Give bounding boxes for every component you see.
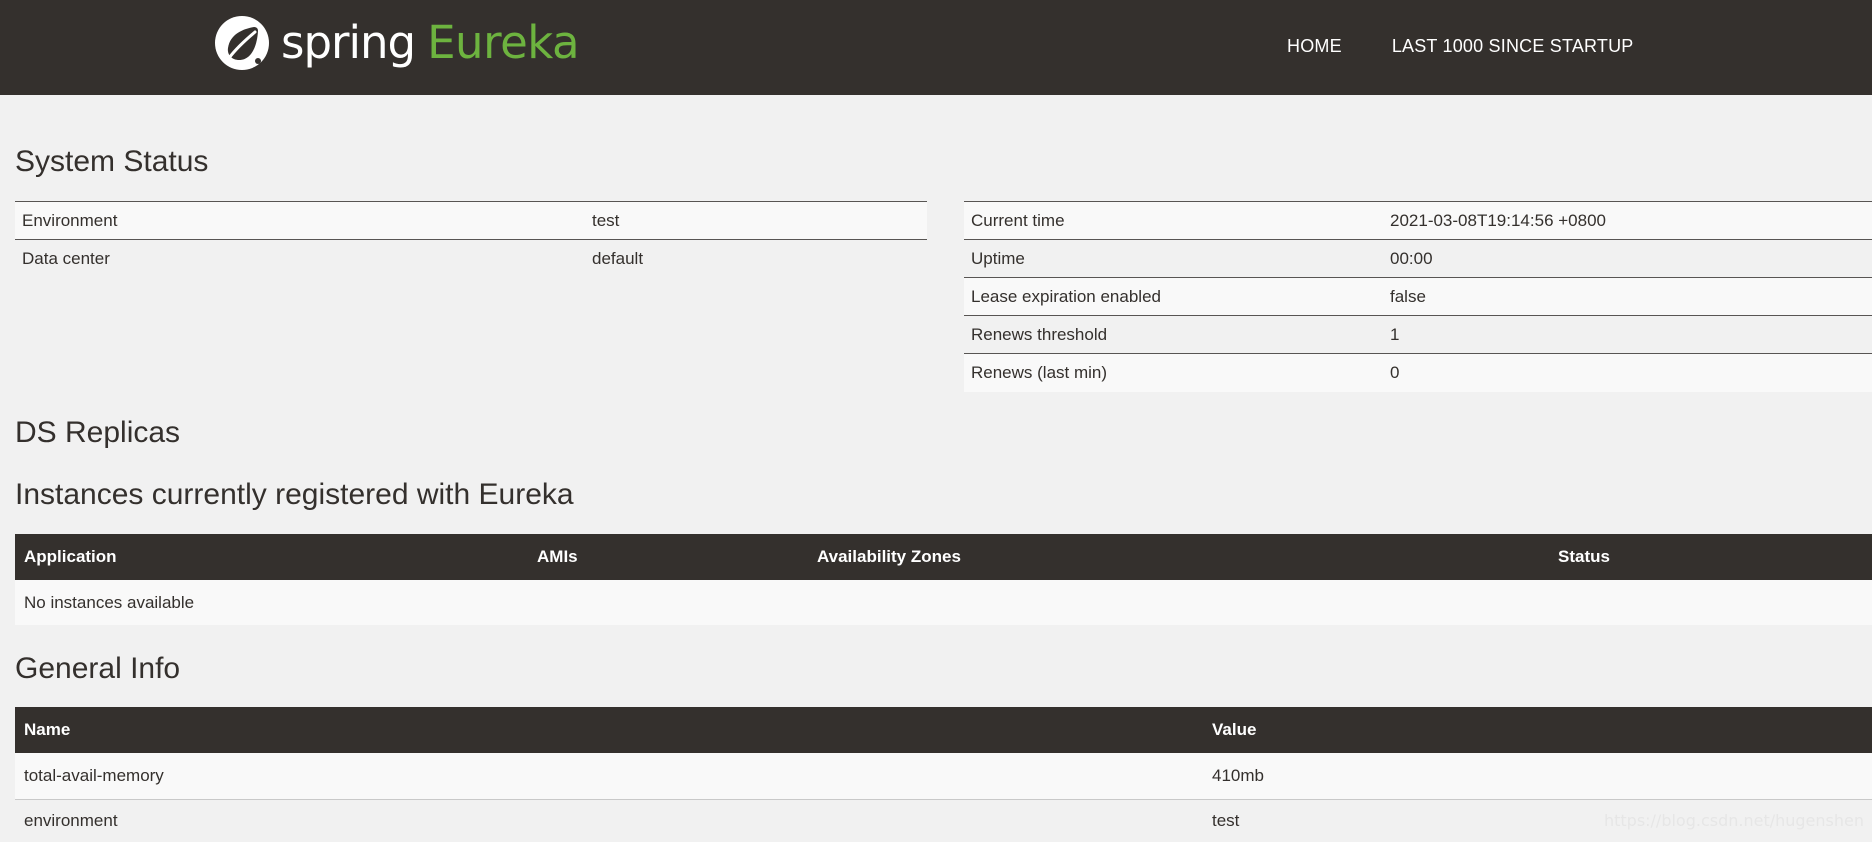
general-info-header-row: Name Value [15, 707, 1872, 753]
table-row: total-avail-memory 410mb [15, 753, 1872, 799]
instances-header-row: Application AMIs Availability Zones Stat… [15, 534, 1872, 580]
col-amis: AMIs [528, 534, 808, 580]
watermark-text: https://blog.csdn.net/hugenshen [1604, 811, 1864, 830]
brand-spring-text: spring [281, 14, 415, 72]
system-status-left-table: Environment test Data center default [15, 201, 927, 278]
col-availability-zones: Availability Zones [808, 534, 1549, 580]
col-application: Application [15, 534, 528, 580]
status-row: Environment test [15, 202, 927, 240]
no-instances-message: No instances available [15, 580, 1872, 625]
status-label: Uptime [964, 240, 1383, 278]
status-value: test [585, 202, 927, 240]
status-label: Renews (last min) [964, 354, 1383, 392]
status-value: default [585, 240, 927, 278]
status-label: Current time [964, 202, 1383, 240]
status-label: Lease expiration enabled [964, 278, 1383, 316]
status-value: 2021-03-08T19:14:56 +0800 [1383, 202, 1872, 240]
status-value: 0 [1383, 354, 1872, 392]
info-name: total-avail-memory [15, 753, 1203, 799]
status-value: 1 [1383, 316, 1872, 354]
ds-replicas-title: DS Replicas [15, 415, 180, 451]
main-nav: HOME LAST 1000 SINCE STARTUP [1287, 33, 1634, 59]
status-value: 00:00 [1383, 240, 1872, 278]
nav-last1000-link[interactable]: LAST 1000 SINCE STARTUP [1392, 33, 1634, 59]
table-row: No instances available [15, 580, 1872, 625]
brand-eureka-text: Eureka [427, 14, 579, 72]
status-row: Uptime 00:00 [964, 240, 1872, 278]
status-label: Data center [15, 240, 585, 278]
spring-leaf-icon [213, 14, 271, 72]
system-status-right-table: Current time 2021-03-08T19:14:56 +0800 U… [964, 201, 1872, 392]
status-row: Renews (last min) 0 [964, 354, 1872, 392]
status-row: Renews threshold 1 [964, 316, 1872, 354]
nav-home-link[interactable]: HOME [1287, 33, 1342, 59]
col-name: Name [15, 707, 1203, 753]
instances-title: Instances currently registered with Eure… [15, 477, 574, 513]
status-row: Current time 2021-03-08T19:14:56 +0800 [964, 202, 1872, 240]
status-label: Renews threshold [964, 316, 1383, 354]
brand-logo[interactable]: spring Eureka [213, 14, 579, 72]
info-name: environment [15, 799, 1203, 842]
general-info-table: Name Value total-avail-memory 410mb envi… [15, 707, 1872, 842]
status-row: Lease expiration enabled false [964, 278, 1872, 316]
status-value: false [1383, 278, 1872, 316]
status-row: Data center default [15, 240, 927, 278]
general-info-title: General Info [15, 651, 180, 687]
col-value: Value [1203, 707, 1872, 753]
instances-table: Application AMIs Availability Zones Stat… [15, 534, 1872, 625]
table-row: environment test [15, 799, 1872, 842]
info-value: 410mb [1203, 753, 1872, 799]
system-status-title: System Status [15, 144, 208, 180]
status-label: Environment [15, 202, 585, 240]
col-status: Status [1549, 534, 1872, 580]
top-navbar: spring Eureka HOME LAST 1000 SINCE START… [0, 0, 1872, 95]
